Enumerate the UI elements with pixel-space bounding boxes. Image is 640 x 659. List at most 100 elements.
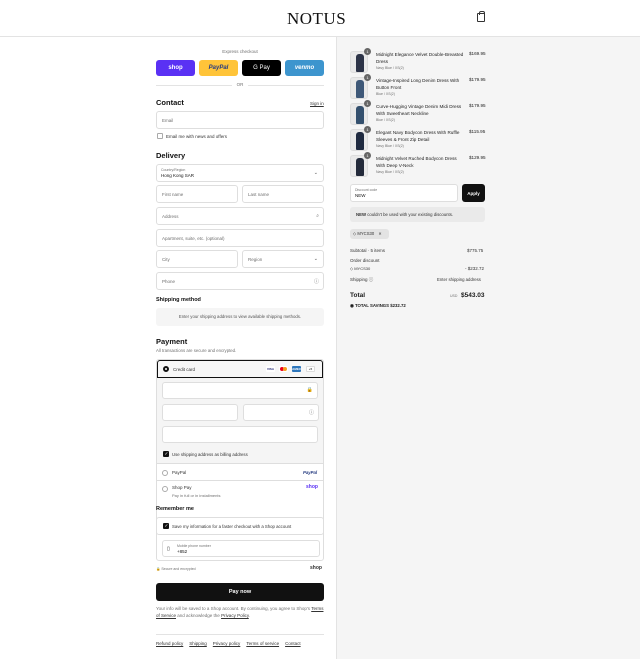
card-number-field[interactable]: 🔒 [162,382,318,399]
pay-now-button[interactable]: Pay now [156,583,324,601]
save-info-checkbox[interactable] [163,523,169,529]
item-variant: Navy Blue / XS(2) [376,170,404,174]
billing-address-label: Use shipping address as billing address [172,452,248,457]
quantity-badge: 1 [364,100,371,107]
discount-code-line: ◇ MYCS30 [350,266,370,271]
shipping-method-notice: Enter your shipping address to view avai… [156,308,324,326]
paypal-option-label[interactable]: PayPal [172,470,186,475]
total-label: Total [350,292,366,299]
applied-discount-tag: ◇ MYCS30 ✕ [350,229,389,239]
more-cards-badge: +5 [306,366,315,372]
order-summary: 1 Midnight Elegance Velvet Double-Breast… [336,37,640,659]
refund-policy-link[interactable]: Refund policy [156,641,183,646]
apply-discount-button[interactable]: Apply [462,184,485,202]
name-on-card-field[interactable] [162,426,318,443]
cart-bag-icon[interactable] [477,11,485,22]
chevron-down-icon: ⌄ [313,256,318,262]
shop-pay-radio[interactable] [162,486,168,492]
payment-subtitle: All transactions are secure and encrypte… [156,348,237,353]
quantity-badge: 1 [364,74,371,81]
expiration-date-field[interactable] [162,404,238,421]
item-price: $129.95 [469,155,486,160]
paypal-radio[interactable] [162,470,168,476]
apartment-placeholder: Apartment, suite, etc. (optional) [162,236,225,241]
billing-address-checkbox[interactable] [163,451,169,457]
mobile-phone-field[interactable]: ▯ Mobile phone number +852 [162,540,320,557]
cart-item: 1 Curve-Hugging Vintage Denim Midi Dress… [350,100,486,125]
apartment-field[interactable]: Apartment, suite, etc. (optional) [156,229,324,247]
item-variant: Blue / XS(2) [376,92,395,96]
discount-code-label: Discount code [355,188,378,192]
region-select[interactable]: Region ⌄ [242,250,324,268]
privacy-policy-link[interactable]: Privacy policy [213,641,241,646]
address-placeholder: Address [162,214,179,219]
secure-text: 🔒 Secure and encrypted [156,567,196,571]
terms-of-service-link[interactable]: Terms of service [246,641,279,646]
legal-text: Your info will be saved to a Shop accoun… [156,605,324,619]
sign-in-link[interactable]: Sign in [310,101,324,106]
paypal-button[interactable]: PayPal [199,60,238,76]
info-icon[interactable]: ⓘ [369,277,374,282]
country-label: Country/Region [161,168,186,172]
quantity-badge: 1 [364,126,371,133]
first-name-field[interactable]: First name [156,185,238,203]
footer-links: Refund policy Shipping Privacy policy Terms… [156,634,324,647]
subtotal-label: Subtotal · 5 items [350,248,386,253]
privacy-link[interactable]: Privacy Policy [221,613,249,618]
card-details-area: 🔒 ⓘ Use shipping address as billing addr… [157,378,323,464]
address-field[interactable]: Address ⌕ [156,207,324,225]
phone-placeholder: Phone [162,279,176,284]
security-code-field[interactable]: ⓘ [243,404,319,421]
cart-item: 1 Midnight Velvet Ruched Bodycon Dress W… [350,152,486,177]
google-pay-button[interactable]: G Pay [242,60,281,76]
shop-pay-button[interactable]: shop [156,60,195,76]
item-name: Elegant Navy Bodycon Dress With Ruffle S… [376,130,460,142]
contact-link[interactable]: Contact [285,641,301,646]
venmo-button[interactable]: venmo [285,60,324,76]
applied-code: MYCS30 [357,231,375,236]
shop-pay-sub: Pay in full or in installments [172,493,221,498]
quantity-badge: 1 [364,152,371,159]
shipping-method-heading: Shipping method [156,297,201,303]
shop-pay-option-label[interactable]: Shop Pay [172,485,192,490]
item-variant: Navy Blue / XS(2) [376,66,404,70]
savings-label: TOTAL SAVINGS [354,303,390,308]
city-placeholder: City [162,257,170,262]
paypal-logo: PayPal [303,470,318,475]
phone-icon: ▯ [167,546,170,552]
discount-code-value: NEW [355,193,366,198]
discount-amount: - $232.72 [465,266,485,271]
item-price: $179.95 [469,103,486,108]
item-variant: Blue / XS(2) [376,118,395,122]
legal-mid: and acknowledge the [176,613,222,618]
remove-discount-icon[interactable]: ✕ [378,231,382,236]
shop-pay-logo: shop [306,484,318,490]
discount-code-field[interactable]: Discount code NEW [350,184,458,202]
order-discount-label: Order discount [350,258,380,263]
email-field[interactable]: Email [156,111,324,129]
email-placeholder: Email [162,118,174,123]
cart-item: 1 Midnight Elegance Velvet Double-Breast… [350,48,486,73]
credit-card-option[interactable]: Credit card VISA AMEX +5 [157,360,323,378]
search-icon: ⌕ [316,213,319,219]
help-icon[interactable]: ⓘ [309,409,314,416]
payment-heading: Payment [156,337,188,346]
shop-logo: shop [310,565,322,571]
subtotal-value: $775.75 [467,248,484,253]
news-checkbox[interactable] [157,133,163,139]
store-logo[interactable]: NOTUS [287,9,346,29]
shipping-link[interactable]: Shipping [189,641,207,646]
phone-field[interactable]: Phone ⓘ [156,272,324,290]
news-label: Email me with news and offers [166,134,227,139]
help-icon[interactable]: ⓘ [314,278,319,285]
quantity-badge: 1 [364,48,371,55]
country-select[interactable]: Country/Region Hong Kong SAR ⌄ [156,164,324,182]
last-name-field[interactable]: Last name [242,185,324,203]
item-name: Midnight Elegance Velvet Double-Breasted… [376,52,464,64]
remember-me-box: Save my information for a faster checkou… [156,517,324,561]
item-name: Curve-Hugging Vintage Denim Midi Dress W… [376,104,462,116]
or-divider: OR [156,82,324,87]
credit-card-radio[interactable] [163,366,169,372]
city-field[interactable]: City [156,250,238,268]
item-name: Vintage-Inspired Long Denim Dress With B… [376,78,460,90]
